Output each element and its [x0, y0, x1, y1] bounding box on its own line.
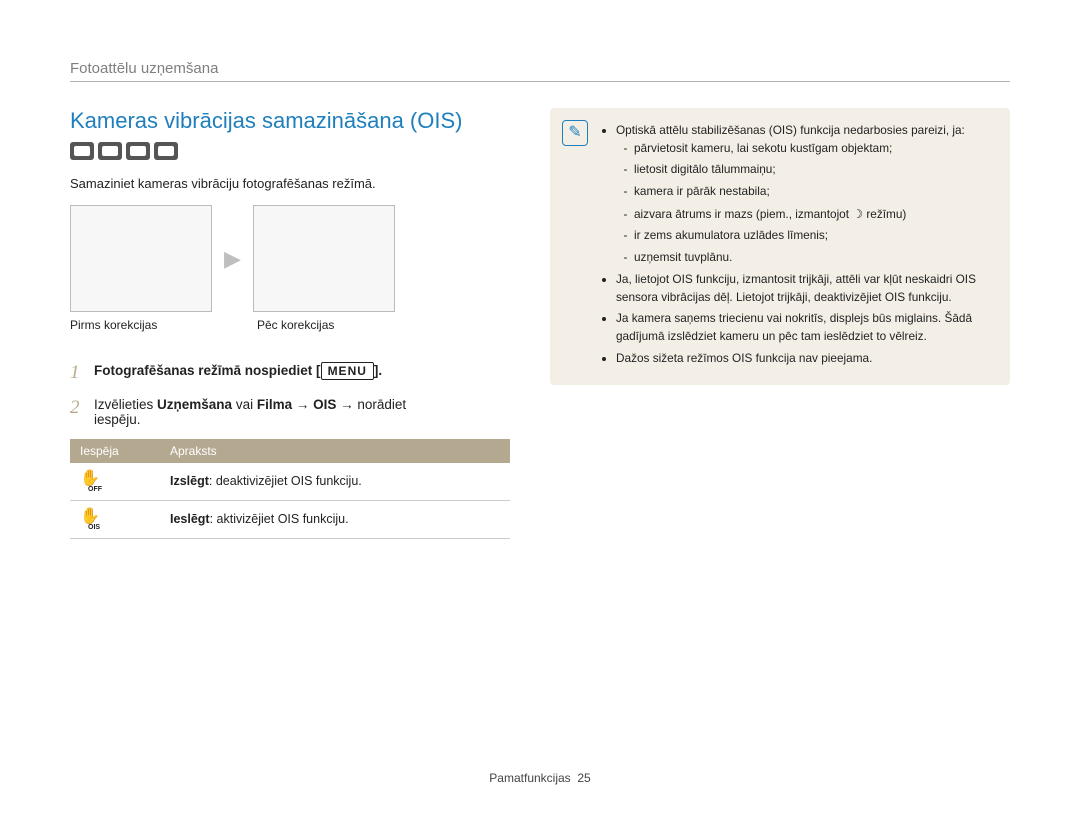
- note-item: Ja kamera saņems triecienu vai nokritīs,…: [616, 310, 992, 345]
- before-caption: Pirms korekcijas: [70, 318, 210, 332]
- after-caption: Pēc korekcijas: [257, 318, 397, 332]
- menu-button-icon: MENU: [321, 362, 374, 380]
- mode-icons: [70, 142, 510, 160]
- after-image: [253, 205, 395, 312]
- note-box: ✎ Optiskā attēlu stabilizēšanas (OIS) fu…: [550, 108, 1010, 385]
- col-option: Iespēja: [70, 439, 160, 463]
- section-header: Fotoattēlu uzņemšana: [70, 60, 1010, 82]
- table-row: OFF Izslēgt: deaktivizējiet OIS funkciju…: [70, 463, 510, 501]
- note-item: Optiskā attēlu stabilizēšanas (OIS) funk…: [616, 122, 992, 267]
- options-table: Iespēja Apraksts OFF Izslēgt: deaktivizē…: [70, 439, 510, 539]
- page-title: Kameras vibrācijas samazināšana (OIS): [70, 108, 510, 134]
- compare-row: ▶: [70, 205, 510, 312]
- note-item: Dažos sižeta režīmos OIS funkcija nav pi…: [616, 350, 992, 368]
- page-footer: Pamatfunkcijas 25: [0, 771, 1080, 785]
- arrow-right-icon: ▶: [224, 246, 241, 272]
- ois-off-icon: OFF: [80, 470, 106, 490]
- note-icon: ✎: [562, 120, 588, 146]
- col-description: Apraksts: [160, 439, 510, 463]
- note-item: Ja, lietojot OIS funkciju, izmantosit tr…: [616, 271, 992, 306]
- before-image: [70, 205, 212, 312]
- step-number: 2: [70, 397, 94, 427]
- table-row: OIS Ieslēgt: aktivizējiet OIS funkciju.: [70, 500, 510, 538]
- step-2-text: Izvēlieties Uzņemšana vai Filma → OIS → …: [94, 397, 510, 427]
- step-number: 1: [70, 362, 94, 385]
- moon-icon: ☽: [852, 207, 863, 221]
- ois-on-icon: OIS: [80, 508, 106, 528]
- lead-text: Samaziniet kameras vibrāciju fotografēša…: [70, 176, 510, 191]
- step-1-text: Fotografēšanas režīmā nospiediet [MENU].: [94, 362, 510, 385]
